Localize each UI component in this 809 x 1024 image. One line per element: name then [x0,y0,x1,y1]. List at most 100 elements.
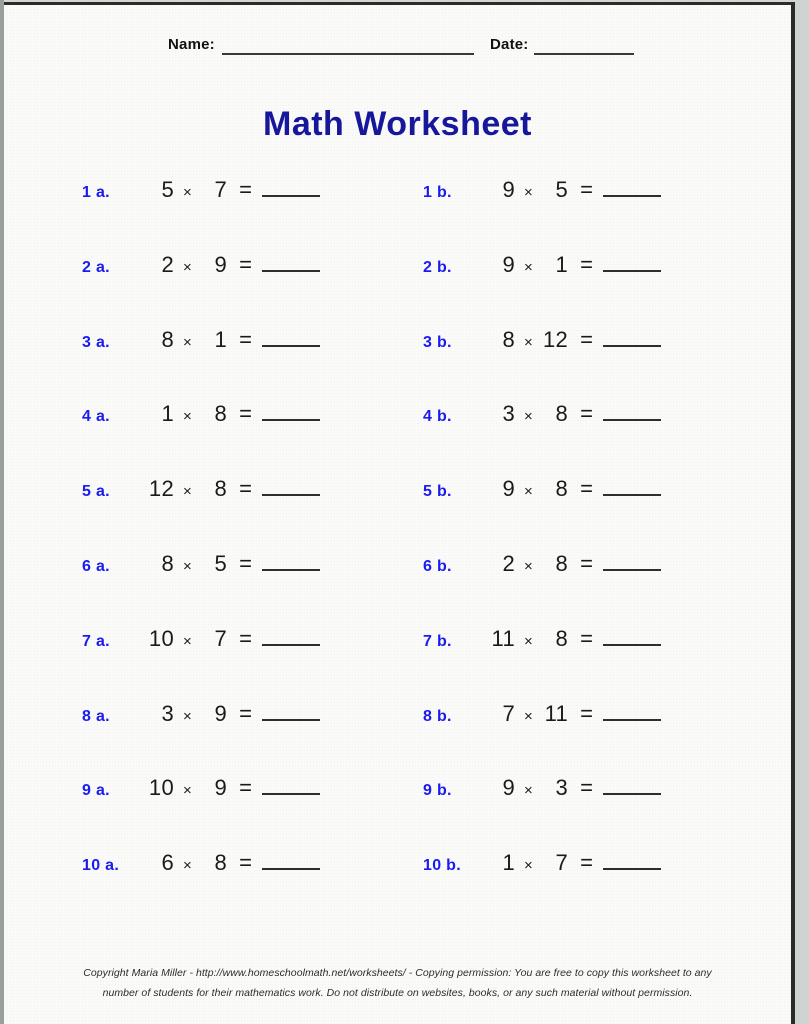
operand-left: 3 [161,700,174,726]
worksheet-page: Name: Date: Math Worksheet 1 a. 5 × 7 = 1 b. 9… [4,2,795,1024]
operand-right: 8 [555,550,569,576]
name-input-line[interactable] [222,53,474,55]
answer-blank[interactable] [603,254,662,272]
problem-expression: 8 × 5 = [148,551,321,577]
operand-right: 1 [214,326,228,352]
problem-label: 3 b. [423,333,452,351]
multiply-icon: × [524,782,534,800]
problem-expression: 3 × 9 = [148,700,321,727]
answer-blank[interactable] [603,478,662,497]
problem-label: 7 a. [82,632,110,650]
answer-blank[interactable] [262,254,321,272]
answer-blank[interactable] [603,703,662,721]
problem-expression: 9 × 3 = [489,775,662,801]
operand-right: 8 [555,401,569,427]
equals-sign: = [239,326,253,352]
equals-sign: = [580,401,594,427]
problem-expression: 8 × 1 = [148,326,321,353]
equals-sign: = [580,177,594,202]
answer-blank[interactable] [603,777,662,796]
answer-blank[interactable] [603,329,662,347]
date-input-line[interactable] [534,53,634,55]
answer-blank[interactable] [603,852,662,871]
problem-expression: 12 × 8 = [148,476,321,502]
problem-expression: 7 × 11 = [489,701,662,727]
answer-blank[interactable] [262,852,321,871]
problem-expression: 1 × 7 = [489,850,662,876]
operand-left: 11 [491,625,515,651]
operand-right: 8 [214,476,228,502]
operand-left: 9 [502,177,515,202]
answer-blank[interactable] [262,179,321,197]
multiply-icon: × [183,333,193,351]
problem-label: 9 b. [423,782,452,800]
problem-label: 8 a. [82,707,110,725]
problem-expression: 6 × 8 = [148,850,321,876]
problem-row: 9 a. 10 × 9 = 9 b. 9 × 3 = [4,775,791,850]
operand-left: 10 [148,775,174,801]
equals-sign: = [239,476,253,502]
problem-5-b: 5 b. 9 × 8 = [423,476,662,516]
problem-9-b: 9 b. 9 × 3 = [423,775,662,815]
problem-expression: 2 × 8 = [489,550,662,577]
answer-blank[interactable] [262,478,321,497]
problem-label: 6 a. [82,557,110,575]
multiply-icon: × [183,632,193,650]
problem-8-b: 8 b. 7 × 11 = [423,701,662,741]
problem-label: 1 b. [423,184,452,201]
worksheet-screen: Name: Date: Math Worksheet 1 a. 5 × 7 = 1 b. 9… [0,0,809,1024]
operand-left: 8 [502,326,515,352]
multiply-icon: × [183,782,193,800]
answer-blank[interactable] [262,777,321,796]
problem-expression: 9 × 5 = [489,177,662,203]
operand-right: 5 [555,177,569,202]
operand-left: 9 [502,476,515,502]
answer-blank[interactable] [603,403,662,422]
problem-label: 5 a. [82,483,110,501]
page-right-edge-shadow [795,0,809,1024]
problem-6-a: 6 a. 8 × 5 = [82,551,321,591]
answer-blank[interactable] [603,553,662,571]
equals-sign: = [239,850,253,876]
problem-label: 4 a. [82,408,110,426]
problem-expression: 1 × 8 = [148,401,321,427]
operand-right: 7 [214,625,228,651]
operand-left: 1 [502,850,515,876]
operand-right: 12 [542,326,569,352]
equals-sign: = [580,850,594,876]
problem-4-b: 4 b. 3 × 8 = [423,401,662,441]
operand-right: 8 [214,401,228,427]
answer-blank[interactable] [603,179,662,197]
answer-blank[interactable] [262,628,321,646]
multiply-icon: × [524,184,534,201]
answer-blank[interactable] [262,403,321,422]
name-date-header: Name: Date: [4,34,791,58]
problem-label: 2 b. [423,258,452,276]
answer-blank[interactable] [262,553,321,571]
equals-sign: = [239,177,253,202]
multiply-icon: × [524,707,534,725]
answer-blank[interactable] [262,703,321,721]
multiply-icon: × [524,483,534,501]
equals-sign: = [239,401,253,427]
problem-row: 1 a. 5 × 7 = 1 b. 9 × 5 = [4,177,791,252]
multiply-icon: × [524,857,534,875]
operand-left: 9 [502,775,515,801]
answer-blank[interactable] [603,628,662,646]
problem-row: 4 a. 1 × 8 = 4 b. 3 × 8 = [4,401,791,476]
operand-left: 9 [502,251,515,277]
operand-left: 8 [161,326,174,352]
problem-expression: 2 × 9 = [148,251,321,278]
problem-label: 9 a. [82,782,110,800]
multiply-icon: × [524,333,534,351]
problem-6-b: 6 b. 2 × 8 = [423,550,662,591]
problem-expression: 3 × 8 = [489,401,662,427]
operand-left: 5 [161,177,174,202]
problem-label: 4 b. [423,408,452,426]
answer-blank[interactable] [262,329,321,347]
operand-left: 6 [161,850,174,876]
problem-3-b: 3 b. 8 × 12 = [423,326,662,367]
operand-left: 2 [161,251,174,277]
operand-left: 2 [502,550,515,576]
operand-right: 7 [555,850,569,876]
